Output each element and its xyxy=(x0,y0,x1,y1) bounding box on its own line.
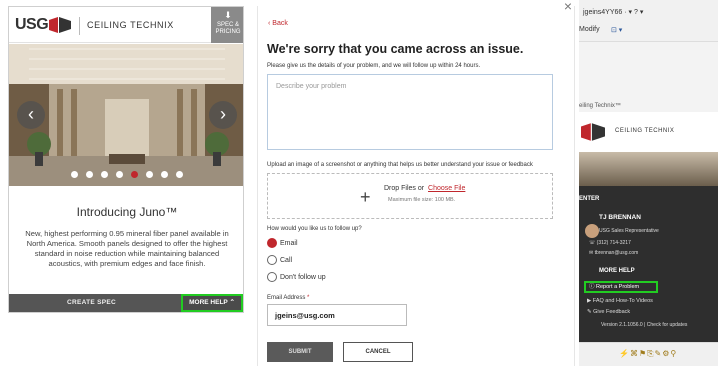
close-icon[interactable]: × xyxy=(564,0,572,14)
excel-status-bar: ⚡⌘⚑⎘✎⚙⚲ xyxy=(579,342,718,366)
ceiling-banner-image xyxy=(579,152,718,186)
problem-description-input[interactable]: Describe your problem xyxy=(267,74,553,150)
usg-logo-icon xyxy=(49,17,71,33)
cancel-button[interactable]: CANCEL xyxy=(343,342,413,362)
upload-label: Upload an image of a screenshot or anyth… xyxy=(267,162,533,168)
email-label-text: Email Address xyxy=(267,295,306,301)
follow-up-label: How would you like us to follow up? xyxy=(267,226,362,232)
choose-file-link[interactable]: Choose File xyxy=(428,185,465,192)
file-drop-zone[interactable]: + Drop Files or Choose File Maximum file… xyxy=(267,173,553,219)
account-menu[interactable]: jgeins4YY66 · ▾ ? ▾ xyxy=(583,8,643,16)
help-center-panel: ENTER TJ BRENNAN USG Sales Representativ… xyxy=(579,186,718,342)
max-file-size: Maximum file size: 100 MB. xyxy=(388,197,456,203)
usg-app-panel: USG CEILING TECHNIX ⬇ SPEC & PRICING ‹ ›… xyxy=(8,6,244,313)
form-heading: We're sorry that you came across an issu… xyxy=(267,42,524,56)
modify-group[interactable]: Modify xyxy=(579,26,600,33)
more-help-heading: MORE HELP xyxy=(599,268,635,274)
follow-up-none-option[interactable]: Don't follow up xyxy=(267,272,326,282)
faq-label: FAQ and How-To Videos xyxy=(592,298,653,304)
carousel-prev-button[interactable]: ‹ xyxy=(17,101,45,129)
feedback-link[interactable]: ✎ Give Feedback xyxy=(587,309,630,315)
status-tray-icons[interactable]: ⚡⌘⚑⎘✎⚙⚲ xyxy=(619,349,677,359)
brand-name: CEILING TECHNIX xyxy=(87,20,174,30)
avatar xyxy=(585,224,599,238)
phone-number: (312) 714-3217 xyxy=(596,240,631,246)
back-link[interactable]: ‹ Back xyxy=(268,20,288,27)
logo-divider xyxy=(79,17,80,35)
excel-ribbon: jgeins4YY66 · ▾ ? ▾ Modify ⊡ ▾ xyxy=(579,0,718,42)
report-label: Report a Problem xyxy=(596,284,640,290)
app-header: USG CEILING TECHNIX ⬇ SPEC & PRICING xyxy=(9,7,243,43)
report-problem-link[interactable]: ⓘ Report a Problem xyxy=(584,281,658,293)
spec-line-2: PRICING xyxy=(215,29,241,35)
version-text[interactable]: Version 2.1.1056.0 | Check for updates xyxy=(601,322,687,328)
hero-carousel[interactable]: ‹ › xyxy=(9,44,243,186)
drop-files-label: Drop Files or xyxy=(384,185,425,192)
carousel-dot[interactable] xyxy=(86,171,93,178)
app-footer: CREATE SPEC MORE HELP ⌃ xyxy=(9,294,243,312)
spec-pricing-button[interactable]: ⬇ SPEC & PRICING xyxy=(211,7,243,43)
email-address-label: Email Address * xyxy=(267,295,309,301)
carousel-dot[interactable] xyxy=(176,171,183,178)
radio-icon[interactable] xyxy=(267,272,277,282)
feedback-label: Give Feedback xyxy=(593,309,631,315)
required-marker: * xyxy=(307,295,310,301)
warning-icon: ⓘ xyxy=(589,284,597,290)
carousel-dot-active[interactable] xyxy=(131,171,138,178)
option-label: Call xyxy=(280,256,293,264)
radio-icon[interactable] xyxy=(267,255,277,265)
more-help-button[interactable]: MORE HELP ⌃ xyxy=(181,294,243,312)
carousel-dot[interactable] xyxy=(161,171,168,178)
carousel-dot[interactable] xyxy=(116,171,123,178)
pane-title: eiling Technix™ xyxy=(579,103,621,109)
form-subheading: Please give us the details of your probl… xyxy=(267,63,481,69)
email-address: tbrennan@usg.com xyxy=(594,250,639,256)
report-issue-form: × ‹ Back We're sorry that you came acros… xyxy=(257,0,575,366)
usg-logo-text: USG xyxy=(15,16,49,33)
create-spec-button[interactable]: CREATE SPEC xyxy=(67,299,116,306)
drop-files-text: Drop Files or Choose File xyxy=(384,185,465,192)
carousel-dot[interactable] xyxy=(101,171,108,178)
follow-up-call-option[interactable]: Call xyxy=(267,255,292,265)
product-title: Introducing Juno™ xyxy=(76,205,178,219)
pane-logo-area: CEILING TECHNIX xyxy=(579,112,718,152)
follow-up-email-option[interactable]: Email xyxy=(267,238,298,248)
plus-icon: + xyxy=(360,187,371,207)
download-icon: ⬇ xyxy=(224,10,232,20)
spec-line-1: SPEC & xyxy=(216,22,239,28)
usg-logo-icon xyxy=(581,123,605,141)
brand-name: CEILING TECHNIX xyxy=(615,128,675,134)
carousel-dots xyxy=(71,171,183,179)
option-label: Don't follow up xyxy=(280,273,326,281)
faq-link[interactable]: ▶ FAQ and How-To Videos xyxy=(587,298,653,304)
radio-selected-icon[interactable] xyxy=(267,238,277,248)
carousel-dot[interactable] xyxy=(71,171,78,178)
phone-contact[interactable]: ☏ (312) 714-3217 xyxy=(589,240,631,246)
submit-button[interactable]: SUBMIT xyxy=(267,342,333,362)
rep-name: TJ BRENNAN xyxy=(599,214,641,221)
email-field[interactable]: jgeins@usg.com xyxy=(267,304,407,326)
carousel-next-button[interactable]: › xyxy=(209,101,237,129)
option-label: Email xyxy=(280,239,298,247)
product-description: New, highest performing 0.95 mineral fib… xyxy=(25,229,229,268)
email-contact[interactable]: ✉ tbrennan@usg.com xyxy=(589,250,638,256)
center-label: ENTER xyxy=(579,196,600,202)
rep-role: USG Sales Representative xyxy=(599,228,659,234)
ribbon-dropdown[interactable]: ⊡ ▾ xyxy=(611,26,622,34)
carousel-dot[interactable] xyxy=(146,171,153,178)
excel-help-pane: jgeins4YY66 · ▾ ? ▾ Modify ⊡ ▾ eiling Te… xyxy=(579,0,718,366)
